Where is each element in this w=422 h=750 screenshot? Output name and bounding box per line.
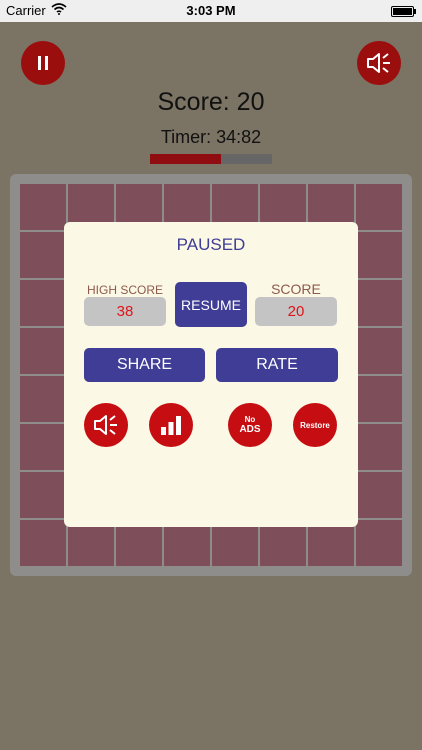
score-display: Score: 20 xyxy=(157,88,265,116)
leaderboard-button[interactable] xyxy=(149,403,193,447)
score-value: 20 xyxy=(255,297,337,326)
pause-button[interactable] xyxy=(21,41,65,85)
battery-icon xyxy=(391,6,416,17)
rate-button[interactable]: RATE xyxy=(216,348,338,382)
score-label: SCORE xyxy=(271,281,321,297)
board-tile[interactable] xyxy=(356,280,402,326)
board-tile[interactable] xyxy=(20,232,66,278)
board-tile[interactable] xyxy=(356,472,402,518)
board-tile[interactable] xyxy=(20,520,66,566)
timer-progress-bar xyxy=(150,154,272,164)
sound-toggle-button[interactable] xyxy=(357,41,401,85)
high-score-label: HIGH SCORE xyxy=(86,283,163,297)
board-tile[interactable] xyxy=(20,184,66,230)
restore-button[interactable]: Restore xyxy=(293,403,337,447)
board-tile[interactable] xyxy=(356,328,402,374)
board-tile[interactable] xyxy=(20,376,66,422)
resume-button[interactable]: RESUME xyxy=(175,282,247,327)
no-ads-button[interactable]: No ADS xyxy=(228,403,272,447)
board-tile[interactable] xyxy=(356,376,402,422)
pause-dialog: PAUSED HIGH SCORE 38 RESUME SCORE 20 SHA… xyxy=(64,222,358,527)
speaker-mute-icon xyxy=(94,415,117,435)
bar-chart-icon xyxy=(161,416,181,435)
board-tile[interactable] xyxy=(20,472,66,518)
share-button[interactable]: SHARE xyxy=(84,348,205,382)
timer-display: Timer: 34:82 xyxy=(160,127,262,147)
board-tile[interactable] xyxy=(356,520,402,566)
board-tile[interactable] xyxy=(20,328,66,374)
high-score-value: 38 xyxy=(84,297,166,326)
board-tile[interactable] xyxy=(356,424,402,470)
timer-progress-fill xyxy=(150,154,221,164)
dialog-title: PAUSED xyxy=(176,235,246,254)
sound-button[interactable] xyxy=(84,403,128,447)
board-tile[interactable] xyxy=(356,232,402,278)
board-tile[interactable] xyxy=(20,424,66,470)
speaker-mute-icon xyxy=(367,53,390,73)
board-tile[interactable] xyxy=(356,184,402,230)
status-time: 3:03 PM xyxy=(186,3,236,18)
board-tile[interactable] xyxy=(20,280,66,326)
status-bar: Carrier 3:03 PM xyxy=(0,0,422,22)
pause-icon xyxy=(38,56,48,70)
no-ads-label-bottom: ADS xyxy=(239,424,261,435)
